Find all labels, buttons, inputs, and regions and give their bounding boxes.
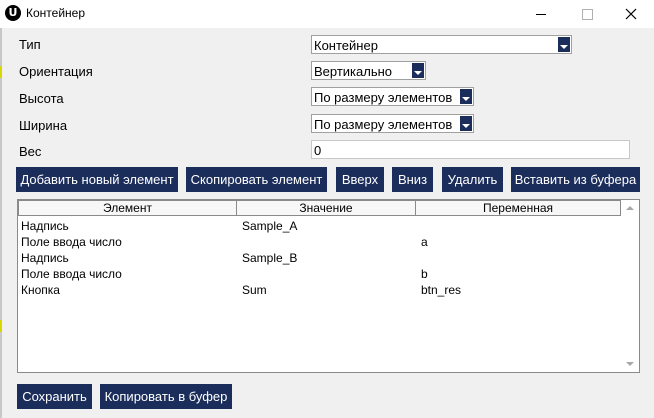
- edge-marker: [0, 320, 2, 332]
- type-label: Тип: [19, 37, 41, 52]
- left-edge: [0, 28, 2, 418]
- cell-variable: btn_res: [421, 283, 462, 297]
- table-row[interactable]: Поле ввода число a: [18, 234, 618, 250]
- width-label: Ширина: [19, 118, 68, 133]
- scroll-up-icon[interactable]: [626, 206, 634, 210]
- chevron-down-icon[interactable]: [412, 63, 424, 78]
- chevron-down-icon[interactable]: [460, 89, 472, 104]
- cell-element: Надпись: [21, 219, 69, 233]
- chevron-down-icon[interactable]: [460, 116, 472, 131]
- maximize-icon: [581, 8, 593, 20]
- orientation-label: Ориентация: [19, 64, 93, 79]
- cell-element: Поле ввода число: [21, 267, 122, 281]
- scroll-down-icon[interactable]: [626, 362, 634, 366]
- cell-element: Поле ввода число: [21, 235, 122, 249]
- type-select[interactable]: Контейнер: [311, 35, 572, 54]
- close-button[interactable]: [608, 0, 654, 28]
- type-select-value: Контейнер: [314, 38, 378, 53]
- orientation-select-value: Вертикально: [314, 64, 393, 79]
- move-up-button[interactable]: Вверх: [336, 167, 384, 192]
- delete-button[interactable]: Удалить: [442, 167, 503, 192]
- minimize-icon: [536, 13, 546, 15]
- window-title: Контейнер: [26, 6, 86, 20]
- cell-variable: b: [421, 267, 428, 281]
- elements-table[interactable]: Элемент Значение Переменная Надпись Samp…: [17, 199, 640, 373]
- table-row[interactable]: Кнопка Sum btn_res: [18, 282, 618, 298]
- cell-variable: a: [421, 235, 428, 249]
- table-header: Элемент Значение Переменная: [18, 200, 621, 217]
- orientation-select[interactable]: Вертикально: [311, 61, 426, 80]
- vertical-scrollbar[interactable]: [622, 200, 639, 372]
- app-logo-icon: U: [5, 5, 21, 21]
- minimize-button[interactable]: [518, 0, 564, 28]
- column-header-element[interactable]: Элемент: [18, 200, 237, 216]
- table-row[interactable]: Надпись Sample_A: [18, 218, 618, 234]
- weight-input[interactable]: 0: [311, 140, 630, 159]
- width-select-value: По размеру элементов: [314, 117, 453, 132]
- save-button[interactable]: Сохранить: [17, 384, 92, 409]
- table-row[interactable]: Поле ввода число b: [18, 266, 618, 282]
- weight-label: Вес: [19, 144, 42, 159]
- copy-to-buffer-button[interactable]: Копировать в буфер: [100, 384, 232, 409]
- column-header-variable[interactable]: Переменная: [415, 200, 621, 216]
- table-row[interactable]: Надпись Sample_B: [18, 250, 618, 266]
- weight-input-value: 0: [314, 143, 322, 158]
- edge-marker: [0, 66, 2, 78]
- height-select-value: По размеру элементов: [314, 90, 453, 105]
- cell-value: Sum: [242, 283, 267, 297]
- add-element-button[interactable]: Добавить новый элемент: [16, 167, 178, 192]
- cell-element: Надпись: [21, 251, 69, 265]
- paste-from-buffer-button[interactable]: Вставить из буфера: [511, 167, 640, 192]
- title-bar: U Контейнер: [0, 0, 654, 28]
- height-label: Высота: [19, 91, 64, 106]
- width-select[interactable]: По размеру элементов: [311, 114, 474, 133]
- cell-value: Sample_B: [242, 251, 298, 265]
- height-select[interactable]: По размеру элементов: [311, 87, 474, 106]
- close-icon: [625, 8, 637, 20]
- cell-element: Кнопка: [21, 283, 60, 297]
- move-down-button[interactable]: Вниз: [392, 167, 433, 192]
- cell-value: Sample_A: [242, 219, 298, 233]
- chevron-down-icon[interactable]: [558, 37, 570, 52]
- column-header-value[interactable]: Значение: [236, 200, 416, 216]
- maximize-button[interactable]: [564, 0, 610, 28]
- copy-element-button[interactable]: Скопировать элемент: [186, 167, 327, 192]
